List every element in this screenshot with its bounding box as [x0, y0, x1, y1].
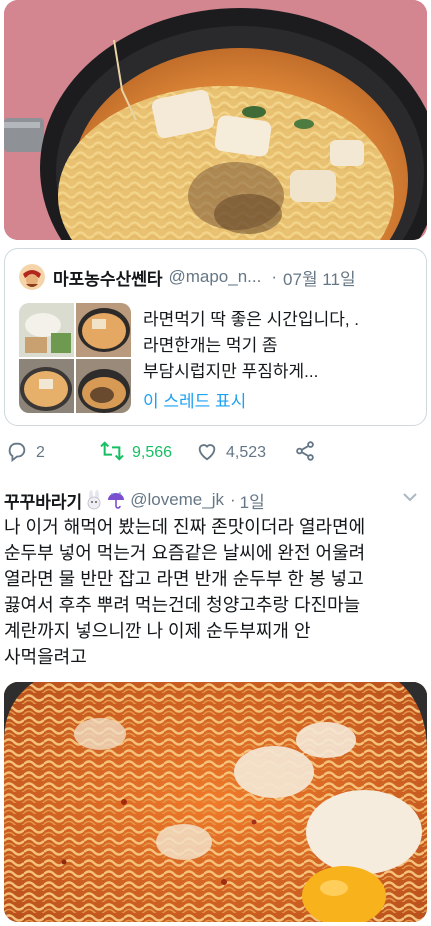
reply-text-line: 나 이거 해먹어 봤는데 진짜 존맛이더라 열라면에: [4, 517, 366, 537]
quoted-media-grid[interactable]: [19, 303, 131, 413]
thumbnail-2[interactable]: [76, 303, 131, 357]
quoted-text-line: 라면먹기 딱 좋은 시간입니다, .: [143, 310, 360, 329]
share-icon: [294, 440, 316, 467]
reply-tweet-text: 나 이거 해먹어 봤는데 진짜 존맛이더라 열라면에 순두부 넣어 먹는거 요즘…: [4, 514, 426, 670]
sundubu-ramen-photo[interactable]: [4, 682, 427, 922]
retweet-button[interactable]: 9,566: [100, 438, 172, 468]
share-button[interactable]: [294, 438, 316, 468]
separator-dot: ·: [271, 267, 278, 286]
reply-text-line: 끓여서 후추 뿌려 먹는건데 청양고추랑 다진마늘: [4, 595, 361, 615]
reply-handle[interactable]: @loveme_jk: [130, 490, 224, 510]
reply-count: 2: [36, 444, 45, 461]
separator-dot: ·: [230, 490, 236, 509]
heart-icon: [196, 440, 218, 467]
reply-date: 1일: [239, 492, 265, 512]
retweet-icon: [100, 440, 124, 467]
reply-text-line: 계란까지 넣으니깐 나 이제 순두부찌개 안: [4, 621, 311, 641]
like-button[interactable]: 4,523: [196, 438, 266, 468]
thumbnail-4[interactable]: [76, 359, 131, 413]
avatar[interactable]: [19, 264, 45, 290]
reply-text-line: 순두부 넣어 먹는거 요즘같은 날씨에 완전 어울려: [4, 543, 366, 563]
reply-display-name[interactable]: 꾸꾸바라기: [4, 488, 82, 513]
chevron-down-icon: [401, 491, 419, 508]
reply-button[interactable]: 2: [6, 438, 45, 468]
rabbit-emoji-icon: [84, 490, 104, 510]
quoted-tweet-text: 라면먹기 딱 좋은 시간입니다, . 라면한개는 먹기 좀 부담시럽지만 푸짐하…: [143, 307, 413, 385]
reply-text-line: 사먹을려고: [4, 647, 87, 667]
quoted-tweet-card[interactable]: 마포농수산쎈타 @mapo_n... · 07월 11일 라면먹기 딱 좋은 시…: [4, 248, 427, 426]
quoted-tweet-header: 마포농수산쎈타 @mapo_n... · 07월 11일: [19, 263, 416, 291]
quoted-handle[interactable]: @mapo_n...: [168, 267, 261, 287]
show-thread-link[interactable]: 이 스레드 표시: [143, 387, 246, 412]
like-count: 4,523: [226, 444, 267, 461]
reply-tweet-header: 꾸꾸바라기 @loveme_jk · 1일: [4, 486, 423, 514]
tweet-action-bar: 2 9,566 4,523: [0, 438, 431, 468]
reply-text-line: 열라면 물 반만 잡고 라면 반개 순두부 한 봉 넣고: [4, 569, 364, 589]
retweet-count: 9,566: [132, 444, 173, 461]
quoted-text-line: 라면한개는 먹기 좀: [143, 336, 278, 355]
reply-icon: [6, 440, 28, 467]
thumbnail-1[interactable]: [19, 303, 74, 357]
quoted-display-name[interactable]: 마포농수산쎈타: [53, 265, 162, 290]
quoted-date: 07월 11일: [283, 269, 356, 289]
quoted-text-line: 부담시럽지만 푸짐하게...: [143, 362, 319, 381]
more-options-button[interactable]: [401, 490, 419, 509]
ramen-pot-photo[interactable]: [4, 0, 427, 240]
thumbnail-3[interactable]: [19, 359, 74, 413]
umbrella-emoji-icon: [106, 490, 126, 510]
